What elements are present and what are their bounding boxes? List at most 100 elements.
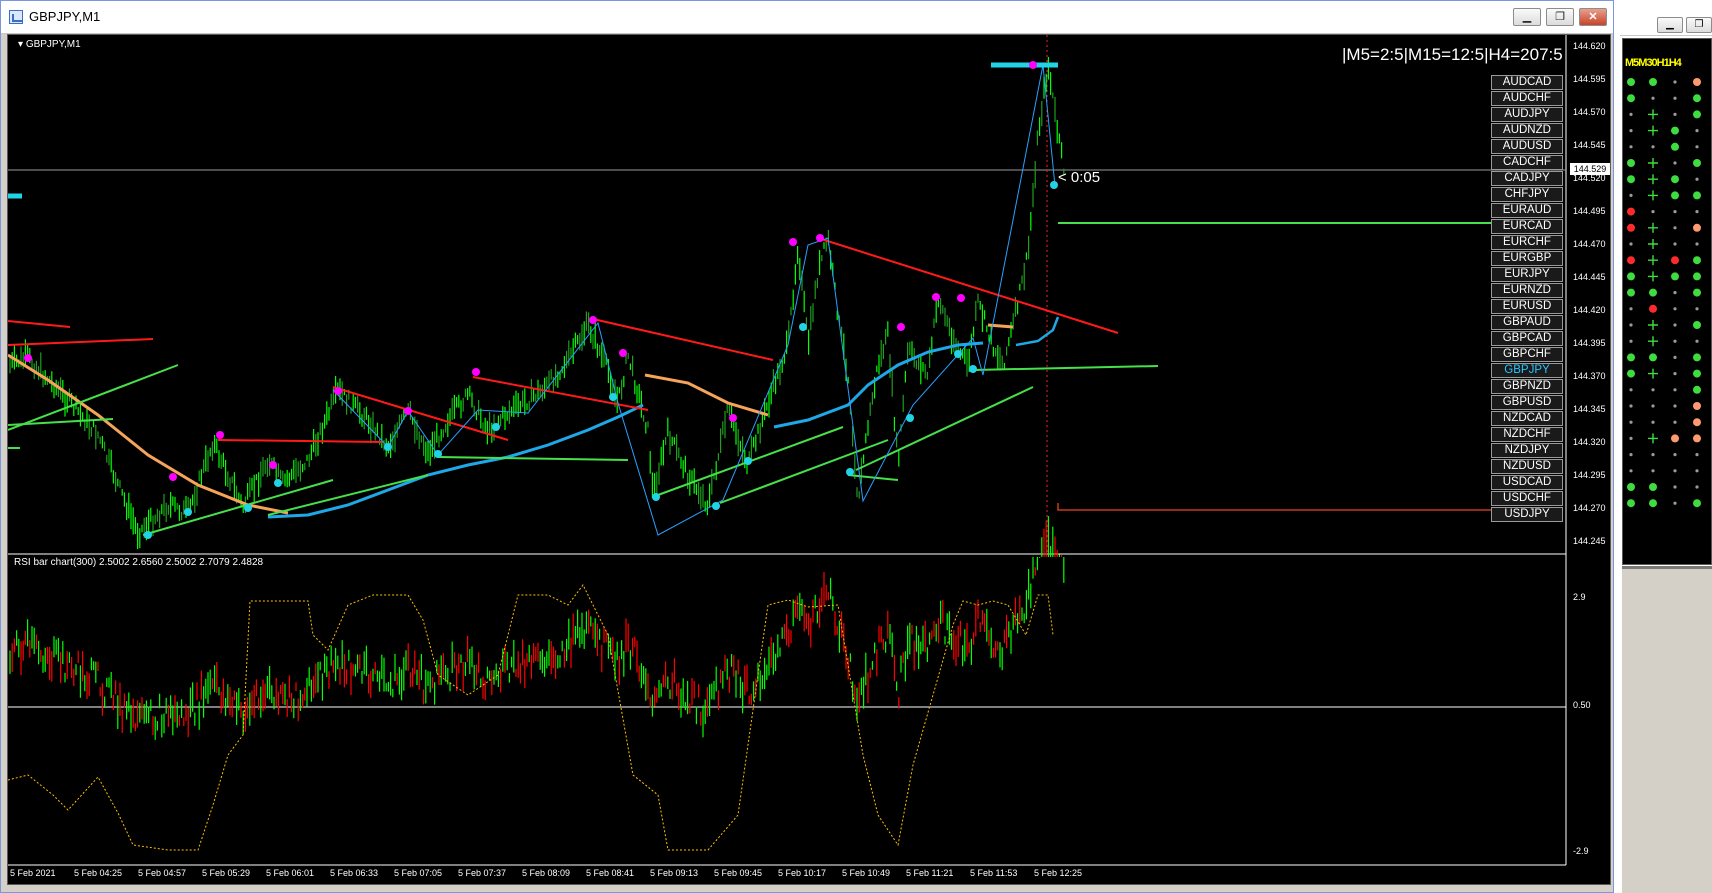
signal-cross-icon xyxy=(1648,109,1658,120)
close-button[interactable]: ✕ xyxy=(1579,8,1607,26)
symbol-button-gbpchf[interactable]: GBPCHF xyxy=(1491,347,1563,362)
symbol-button-nzdjpy[interactable]: NZDJPY xyxy=(1491,443,1563,458)
signal-dot xyxy=(1651,210,1655,214)
symbol-button-cadjpy[interactable]: CADJPY xyxy=(1491,171,1563,186)
time-tick-label: 5 Feb 04:57 xyxy=(138,868,187,878)
symbol-button-eurusd[interactable]: EURUSD xyxy=(1491,299,1563,314)
side-window-titlebar[interactable]: ▁ ❐ xyxy=(1620,0,1712,36)
symbol-button-eurgbp[interactable]: EURGBP xyxy=(1491,251,1563,266)
symbol-button-cadchf[interactable]: CADCHF xyxy=(1491,155,1563,170)
time-tick-label: 5 Feb 09:13 xyxy=(650,868,699,878)
time-tick-label: 5 Feb 05:29 xyxy=(202,868,251,878)
symbol-button-eurcad[interactable]: EURCAD xyxy=(1491,219,1563,234)
signal-dot xyxy=(1629,436,1633,440)
symbol-button-eurjpy[interactable]: EURJPY xyxy=(1491,267,1563,282)
low-marker xyxy=(609,393,617,401)
symbol-button-euraud[interactable]: EURAUD xyxy=(1491,203,1563,218)
signal-cross-icon xyxy=(1648,433,1658,444)
signal-dot xyxy=(1651,420,1655,424)
signal-dot xyxy=(1671,272,1679,281)
signal-cross-icon xyxy=(1648,320,1658,330)
signal-dot xyxy=(1629,323,1633,327)
symbol-button-audjpy[interactable]: AUDJPY xyxy=(1491,107,1563,122)
signal-dot xyxy=(1629,453,1633,457)
price-tick-label: 144.320 xyxy=(1573,437,1606,447)
symbol-button-gbpcad[interactable]: GBPCAD xyxy=(1491,331,1563,346)
symbol-button-nzdcad[interactable]: NZDCAD xyxy=(1491,411,1563,426)
signal-dot xyxy=(1673,355,1677,359)
price-tick-label: 144.595 xyxy=(1573,74,1606,84)
signal-dot xyxy=(1627,369,1635,378)
signal-dot xyxy=(1693,78,1701,86)
chevron-down-icon[interactable]: ▾ xyxy=(18,39,23,50)
signal-dot xyxy=(1693,385,1701,394)
side-minimize-button[interactable]: ▁ xyxy=(1657,17,1683,33)
symbol-button-eurchf[interactable]: EURCHF xyxy=(1491,235,1563,250)
maximize-button[interactable]: ❐ xyxy=(1546,8,1574,26)
chart-window-titlebar[interactable]: GBPJPY,M1 ▁ ❐ ✕ xyxy=(1,1,1613,34)
time-tick-label: 5 Feb 07:05 xyxy=(394,868,443,878)
signal-dot xyxy=(1627,483,1635,491)
price-tick-label: 144.270 xyxy=(1573,503,1606,513)
symbol-button-chfjpy[interactable]: CHFJPY xyxy=(1491,187,1563,202)
time-tick-label: 5 Feb 08:41 xyxy=(586,868,635,878)
high-marker xyxy=(1029,61,1037,69)
ma-orange-line xyxy=(644,373,769,417)
signal-dot xyxy=(1693,434,1701,443)
low-marker xyxy=(712,502,720,510)
signal-dot xyxy=(1693,159,1701,167)
symbol-button-usdchf[interactable]: USDCHF xyxy=(1491,491,1563,506)
signal-dot xyxy=(1649,499,1657,508)
symbol-button-usdjpy[interactable]: USDJPY xyxy=(1491,507,1563,522)
high-marker xyxy=(816,234,824,242)
signal-dot xyxy=(1671,142,1679,151)
signal-dot xyxy=(1695,453,1699,457)
signal-dot xyxy=(1673,291,1677,295)
rsi-tick-label: -2.9 xyxy=(1573,846,1589,856)
signal-dot xyxy=(1695,210,1699,214)
time-tick-label: 5 Feb 2021 xyxy=(10,868,56,878)
signal-dot xyxy=(1629,404,1633,408)
symbol-button-gbpjpy[interactable]: GBPJPY xyxy=(1491,363,1563,378)
chart-canvas[interactable] xyxy=(8,35,1612,886)
chart-area[interactable]: ▾ GBPJPY,M1 |M5=2:5|M15=12:5|H4=207:5 < … xyxy=(7,34,1611,885)
signal-dot xyxy=(1693,353,1701,362)
signal-dot xyxy=(1693,94,1701,103)
symbol-button-audcad[interactable]: AUDCAD xyxy=(1491,75,1563,90)
signal-dot xyxy=(1673,404,1677,408)
signal-dot xyxy=(1673,372,1677,376)
symbol-button-gbpaud[interactable]: GBPAUD xyxy=(1491,315,1563,330)
price-tick-label: 144.395 xyxy=(1573,338,1606,348)
symbol-button-audnzd[interactable]: AUDNZD xyxy=(1491,123,1563,138)
signal-dot xyxy=(1627,223,1635,232)
signal-dot xyxy=(1629,145,1633,149)
signal-dot xyxy=(1627,256,1635,265)
symbol-button-gbpnzd[interactable]: GBPNZD xyxy=(1491,379,1563,394)
symbol-button-audchf[interactable]: AUDCHF xyxy=(1491,91,1563,106)
symbol-button-gbpusd[interactable]: GBPUSD xyxy=(1491,395,1563,410)
low-marker xyxy=(846,468,854,476)
high-marker xyxy=(589,316,597,324)
signal-dot xyxy=(1673,453,1677,457)
side-maximize-button[interactable]: ❐ xyxy=(1686,17,1712,33)
symbol-button-usdcad[interactable]: USDCAD xyxy=(1491,475,1563,490)
signal-cross-icon xyxy=(1648,336,1658,347)
low-marker xyxy=(434,450,442,458)
signal-dot xyxy=(1673,226,1677,230)
signal-dot xyxy=(1649,304,1657,313)
symbol-button-nzdchf[interactable]: NZDCHF xyxy=(1491,427,1563,442)
symbol-button-nzdusd[interactable]: NZDUSD xyxy=(1491,459,1563,474)
low-marker xyxy=(244,504,252,512)
signal-cross-icon xyxy=(1648,125,1658,136)
symbol-button-eurnzd[interactable]: EURNZD xyxy=(1491,283,1563,298)
high-marker xyxy=(334,387,342,395)
signal-dot xyxy=(1673,388,1677,392)
symbol-button-audusd[interactable]: AUDUSD xyxy=(1491,139,1563,154)
price-tick-label: 144.620 xyxy=(1573,41,1606,51)
signal-dot xyxy=(1651,469,1655,473)
signal-panel-header: M5M30H1H4 xyxy=(1625,57,1682,69)
signal-dot xyxy=(1671,126,1679,135)
high-marker xyxy=(729,414,737,422)
signal-dot xyxy=(1673,307,1677,311)
minimize-button[interactable]: ▁ xyxy=(1513,8,1541,26)
